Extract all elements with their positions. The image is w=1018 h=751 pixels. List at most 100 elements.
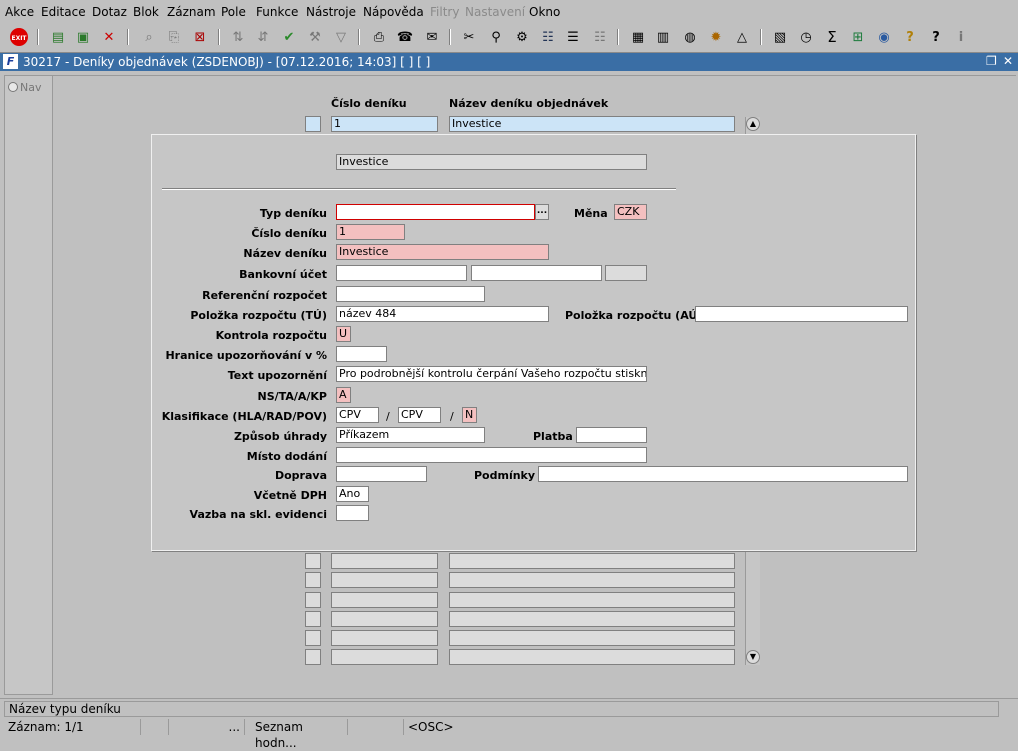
label-podminky: Podmínky xyxy=(474,469,536,482)
grid-name-field[interactable] xyxy=(449,630,735,646)
exit-icon[interactable]: EXIT xyxy=(9,27,29,47)
doprava-field[interactable] xyxy=(336,466,427,482)
row-selector[interactable] xyxy=(305,572,321,588)
sum-icon[interactable]: Σ xyxy=(822,27,842,47)
nav-radio[interactable] xyxy=(8,82,18,92)
tool-icon[interactable]: ⚙ xyxy=(512,27,532,47)
vcetne-dph-field[interactable]: Ano xyxy=(336,486,369,502)
insert-record-icon[interactable]: ▤ xyxy=(48,27,68,47)
klasifikace-pov-field[interactable]: N xyxy=(462,407,477,423)
menu-dotaz[interactable]: Dotaz xyxy=(92,5,127,19)
query-icon[interactable]: ⌕ xyxy=(139,27,159,47)
execute-query-icon[interactable]: ⎘ xyxy=(164,27,184,47)
grid-number-field[interactable] xyxy=(331,592,438,608)
info-icon[interactable]: i xyxy=(951,27,971,47)
grid-name-field[interactable] xyxy=(449,572,735,588)
row-selector[interactable] xyxy=(305,649,321,665)
klasifikace-separator: / xyxy=(450,410,454,423)
wrench-icon[interactable]: ⚒ xyxy=(305,27,325,47)
scroll-up-icon[interactable]: ▲ xyxy=(746,117,760,131)
window-title: 30217 - Deníky objednávek (ZSDENOBJ) - [… xyxy=(23,55,431,69)
menu-nastroje[interactable]: Nástroje xyxy=(306,5,356,19)
grid-number-field[interactable] xyxy=(331,611,438,627)
grid-name-field[interactable] xyxy=(449,649,735,665)
fax-icon[interactable]: ☎ xyxy=(395,27,415,47)
globe-icon[interactable]: ◍ xyxy=(680,27,700,47)
book-icon[interactable]: ▥ xyxy=(653,27,673,47)
misto-dodani-field[interactable] xyxy=(336,447,647,463)
row-selector[interactable] xyxy=(305,630,321,646)
platba-field[interactable] xyxy=(576,427,647,443)
row-selector[interactable] xyxy=(305,592,321,608)
grid-name-field[interactable] xyxy=(449,553,735,569)
polozka-tu-field[interactable]: název 484 xyxy=(336,306,549,322)
mail-icon[interactable]: ✉ xyxy=(422,27,442,47)
grid-name-field[interactable] xyxy=(449,611,735,627)
web-icon[interactable]: ◉ xyxy=(874,27,894,47)
row-selector[interactable] xyxy=(305,116,321,132)
referencni-rozpocet-field[interactable] xyxy=(336,286,485,302)
menu-editace[interactable]: Editace xyxy=(41,5,86,19)
vazba-field[interactable] xyxy=(336,505,369,521)
sort-desc-icon[interactable]: ⇵ xyxy=(253,27,273,47)
check-icon[interactable]: ✔ xyxy=(279,27,299,47)
tree-icon[interactable]: ☰ xyxy=(563,27,583,47)
sort-asc-icon[interactable]: ⇅ xyxy=(228,27,248,47)
bankovni-ucet-field-1[interactable] xyxy=(336,265,467,281)
list-icon[interactable]: ☷ xyxy=(538,27,558,47)
row-selector[interactable] xyxy=(305,553,321,569)
excel-icon[interactable]: ⊞ xyxy=(848,27,868,47)
report-icon[interactable]: ☷ xyxy=(590,27,610,47)
grid-number-field[interactable] xyxy=(331,630,438,646)
help-icon[interactable]: ? xyxy=(900,27,920,47)
grid-number-field[interactable] xyxy=(331,649,438,665)
ns-ta-field[interactable]: A xyxy=(336,387,351,403)
scroll-down-icon[interactable]: ▼ xyxy=(746,650,760,664)
grid-number-field[interactable] xyxy=(331,553,438,569)
scale-icon[interactable]: △ xyxy=(732,27,752,47)
nazev-deniku-field[interactable]: Investice xyxy=(336,244,549,260)
cut-icon[interactable]: ✂ xyxy=(459,27,479,47)
chart-icon[interactable]: ▧ xyxy=(770,27,790,47)
menu-okno[interactable]: Okno xyxy=(529,5,560,19)
sun-icon[interactable]: ✹ xyxy=(706,27,726,47)
print-icon[interactable]: ⎙ xyxy=(369,27,389,47)
lov-button[interactable]: ... xyxy=(535,204,549,220)
klasifikace-hla-field[interactable]: CPV xyxy=(336,407,379,423)
hranice-field[interactable] xyxy=(336,346,387,362)
cislo-deniku-field[interactable]: 1 xyxy=(336,224,405,240)
row-selector[interactable] xyxy=(305,611,321,627)
polozka-au-field[interactable] xyxy=(695,306,908,322)
clock-icon[interactable]: ◷ xyxy=(796,27,816,47)
podminky-field[interactable] xyxy=(538,466,908,482)
cancel-query-icon[interactable]: ⊠ xyxy=(190,27,210,47)
bankovni-ucet-field-2[interactable] xyxy=(471,265,602,281)
grid-name-field[interactable]: Investice xyxy=(449,116,735,132)
menu-napoveda[interactable]: Nápověda xyxy=(363,5,424,19)
klasifikace-rad-field[interactable]: CPV xyxy=(398,407,441,423)
menu-akce[interactable]: Akce xyxy=(5,5,34,19)
grid-number-field[interactable] xyxy=(331,572,438,588)
label-text-upozorneni: Text upozornění xyxy=(227,369,327,382)
save-record-icon[interactable]: ▣ xyxy=(73,27,93,47)
attach-icon[interactable]: ⚲ xyxy=(486,27,506,47)
menu-funkce[interactable]: Funkce xyxy=(256,5,298,19)
document-icon[interactable]: ▦ xyxy=(628,27,648,47)
about-icon[interactable]: ? xyxy=(926,27,946,47)
zpusob-uhrady-field[interactable]: Příkazem xyxy=(336,427,485,443)
restore-icon[interactable]: ❐ xyxy=(986,54,997,68)
mena-field[interactable]: CZK xyxy=(614,204,647,220)
menu-blok[interactable]: Blok xyxy=(133,5,159,19)
kontrola-rozpoctu-field[interactable]: U xyxy=(336,326,351,342)
menu-nastaveni: Nastavení xyxy=(465,5,526,19)
menu-zaznam[interactable]: Záznam xyxy=(167,5,216,19)
text-upozorneni-field[interactable]: Pro podrobnější kontrolu čerpání Vašeho … xyxy=(336,366,647,382)
label-polozka-tu: Položka rozpočtu (TÚ) xyxy=(190,309,327,322)
grid-name-field[interactable] xyxy=(449,592,735,608)
typ-deniku-field[interactable] xyxy=(336,204,535,220)
filter-icon[interactable]: ▽ xyxy=(331,27,351,47)
delete-record-icon[interactable]: ✕ xyxy=(99,27,119,47)
grid-number-field[interactable]: 1 xyxy=(331,116,438,132)
close-icon[interactable]: ✕ xyxy=(1003,54,1013,68)
menu-pole[interactable]: Pole xyxy=(221,5,246,19)
